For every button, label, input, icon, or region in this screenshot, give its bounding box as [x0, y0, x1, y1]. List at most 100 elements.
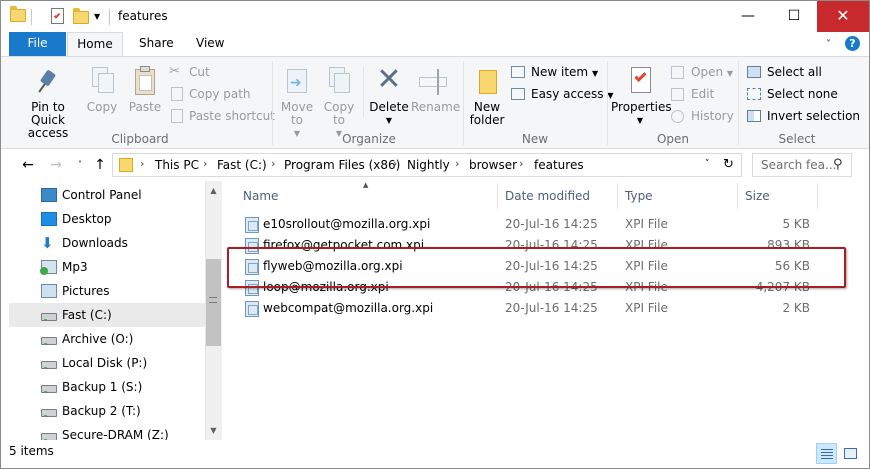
qat-dropdown-icon[interactable]: ▼ — [94, 12, 100, 21]
move-to-button[interactable]: ➜ Move to ▼ — [279, 61, 315, 140]
easy-access-button[interactable]: Easy access ▼ — [511, 85, 614, 105]
refresh-icon[interactable]: ↻ — [723, 157, 734, 172]
scroll-down-icon[interactable]: ▼ — [205, 422, 222, 439]
address-dropdown-icon[interactable]: ˅ — [705, 159, 710, 169]
breadcrumb-separator-icon[interactable]: › — [203, 157, 207, 170]
paste-button[interactable]: Paste — [127, 61, 163, 114]
copy-to-button[interactable]: Copy to ▼ — [321, 61, 357, 140]
tab-file[interactable]: File — [9, 32, 66, 56]
edit-button[interactable]: Edit — [671, 85, 714, 105]
file-row[interactable]: e10srollout@mozilla.org.xpi 20-Jul-16 14… — [237, 214, 837, 235]
breadcrumb-separator-icon[interactable]: › — [519, 157, 523, 170]
easy-access-label: Easy access — [531, 87, 604, 101]
properties-icon — [624, 65, 656, 97]
paste-icon — [129, 65, 161, 97]
nav-item-control-panel[interactable]: Control Panel — [9, 183, 205, 207]
copy-to-icon — [323, 65, 355, 97]
breadcrumb-nightly[interactable]: Nightly — [407, 158, 450, 172]
downloads-icon: ⬇ — [41, 234, 54, 252]
up-arrow-icon[interactable]: ↑ — [91, 155, 109, 175]
file-name: e10srollout@mozilla.org.xpi — [263, 217, 431, 231]
edit-label: Edit — [691, 87, 715, 101]
nav-item-mp3[interactable]: Mp3 — [9, 255, 205, 279]
history-button[interactable]: History — [671, 107, 734, 127]
move-to-icon: ➜ — [281, 65, 313, 97]
recent-locations-icon[interactable]: ˅ — [71, 155, 89, 175]
nav-item-label: Local Disk (P:) — [62, 356, 148, 370]
breadcrumb-fast-c[interactable]: Fast (C:) — [217, 158, 267, 172]
nav-item-label: Archive (O:) — [62, 332, 134, 346]
properties-button[interactable]: Properties ▼ — [611, 61, 672, 127]
select-all-button[interactable]: Select all — [747, 63, 822, 83]
search-icon: ⚲ — [833, 157, 843, 172]
copy-path-button[interactable]: Copy path — [169, 85, 251, 105]
music-library-icon — [40, 260, 57, 275]
open-label: Open — [691, 65, 724, 79]
minimize-button[interactable]: — — [725, 1, 771, 32]
column-header-size[interactable]: Size — [738, 183, 818, 209]
help-icon[interactable]: ? — [845, 36, 860, 51]
large-icons-view-icon[interactable] — [840, 443, 861, 464]
breadcrumb-separator-icon[interactable]: › — [140, 157, 144, 170]
copy-button[interactable]: Copy — [85, 61, 119, 114]
column-header-date-modified[interactable]: Date modified — [498, 183, 618, 209]
nav-item-backup-1-s[interactable]: Backup 1 (S:) — [9, 375, 205, 399]
breadcrumb-this-pc[interactable]: This PC — [155, 158, 199, 172]
file-row[interactable]: webcompat@mozilla.org.xpi 20-Jul-16 14:2… — [237, 298, 837, 319]
file-date: 20-Jul-16 14:25 — [505, 301, 598, 315]
nav-item-archive-o[interactable]: Archive (O:) — [9, 327, 205, 351]
nav-item-fast-c[interactable]: Fast (C:) — [9, 303, 205, 327]
paste-shortcut-label: Paste shortcut — [189, 109, 275, 123]
window-title: features — [118, 9, 168, 23]
tab-share[interactable]: Share — [127, 32, 186, 56]
scroll-up-icon[interactable]: ▲ — [205, 182, 222, 199]
breadcrumb-separator-icon[interactable]: › — [393, 157, 397, 170]
nav-item-backup-2-t[interactable]: Backup 2 (T:) — [9, 399, 205, 423]
new-item-button[interactable]: New item ▼ — [511, 63, 598, 83]
properties-qat-icon[interactable] — [51, 8, 64, 24]
cut-button[interactable]: ✂ Cut — [169, 63, 210, 83]
nav-item-downloads[interactable]: ⬇ Downloads — [9, 231, 205, 255]
nav-item-label: Fast (C:) — [62, 308, 112, 322]
invert-selection-button[interactable]: Invert selection — [747, 107, 860, 127]
explorer-window: ▼ features — ☐ ✕ File Home Share View ˅ … — [0, 0, 870, 469]
new-folder-qat-icon[interactable] — [73, 8, 89, 24]
breadcrumb-separator-icon[interactable]: › — [455, 157, 459, 170]
file-type: XPI File — [625, 217, 668, 231]
paste-label: Paste — [128, 100, 162, 114]
new-folder-button[interactable]: New folder — [467, 61, 507, 127]
cut-label: Cut — [189, 65, 210, 79]
pin-icon — [32, 65, 64, 97]
select-none-button[interactable]: Select none — [747, 85, 838, 105]
back-arrow-icon[interactable]: ← — [19, 155, 37, 175]
maximize-button[interactable]: ☐ — [771, 1, 817, 32]
tab-home[interactable]: Home — [67, 32, 123, 56]
nav-item-secure-dram-z[interactable]: Secure-DRAM (Z:) — [9, 423, 205, 440]
forward-arrow-icon[interactable]: → — [47, 155, 65, 175]
column-header-type[interactable]: Type — [618, 183, 738, 209]
open-button[interactable]: Open ▼ — [671, 63, 733, 83]
open-dropdown-icon: ▼ — [726, 69, 734, 78]
nav-item-local-disk-p[interactable]: Local Disk (P:) — [9, 351, 205, 375]
pin-quick-access-button[interactable]: Pin to Quick access — [13, 61, 83, 140]
nav-item-desktop[interactable]: Desktop — [9, 207, 205, 231]
column-header-name[interactable]: Name — [236, 183, 498, 209]
nav-item-pictures[interactable]: Pictures — [9, 279, 205, 303]
breadcrumb-features[interactable]: features — [534, 158, 584, 172]
search-input[interactable]: Search fea... ⚲ — [752, 153, 852, 177]
copy-to-label: Copy to — [323, 100, 355, 127]
breadcrumb-separator-icon[interactable]: › — [271, 157, 275, 170]
ribbon-collapse-icon[interactable]: ˅ — [826, 39, 831, 50]
rename-button[interactable]: Rename — [411, 61, 460, 114]
nav-item-label: Backup 1 (S:) — [62, 380, 143, 394]
details-view-icon[interactable] — [816, 443, 837, 464]
address-bar[interactable]: › This PC › Fast (C:) › Program Files (x… — [112, 153, 742, 177]
paste-shortcut-button[interactable]: Paste shortcut — [169, 107, 275, 127]
breadcrumb-browser[interactable]: browser — [469, 158, 517, 172]
file-name: webcompat@mozilla.org.xpi — [263, 301, 434, 315]
open-icon — [671, 66, 684, 79]
delete-button[interactable]: ✕ Delete ▼ — [369, 61, 409, 127]
close-button[interactable]: ✕ — [817, 1, 869, 32]
breadcrumb-program-files[interactable]: Program Files (x86) — [284, 158, 400, 172]
tab-view[interactable]: View — [184, 32, 236, 56]
